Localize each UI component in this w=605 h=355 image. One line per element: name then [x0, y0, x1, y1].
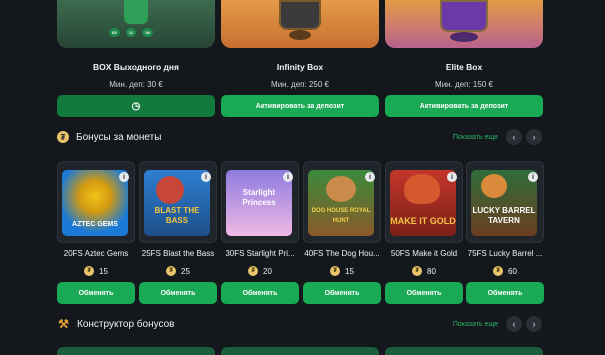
box-image: [221, 0, 379, 48]
chevron-right-icon[interactable]: ›: [526, 316, 542, 332]
coin-icon: ₮: [166, 266, 177, 276]
exchange-button[interactable]: Обменять: [221, 282, 299, 304]
card-title: 50FS Make it Gold: [390, 249, 458, 258]
timer-seconds: 54: [142, 28, 154, 37]
box-card-weekend[interactable]: 65 11 54 BOX Выходного дня Мин. деп: 30 …: [57, 0, 215, 117]
box-card-infinity[interactable]: Infinity Box Мин. деп: 250 € Активироват…: [221, 0, 379, 117]
box-timer-button[interactable]: ◷: [57, 95, 215, 117]
activate-deposit-button[interactable]: Активировать за депозит: [221, 95, 379, 117]
game-thumbnail[interactable]: BLAST THE BASS: [144, 170, 210, 236]
show-more-link[interactable]: Показать еще: [453, 134, 498, 141]
box-card-elite[interactable]: Elite Box Мин. деп: 150 € Активировать з…: [385, 0, 543, 117]
constructor-card-top: [385, 347, 543, 355]
timer-hours: 65: [109, 28, 120, 37]
exchange-button[interactable]: Обменять: [139, 282, 217, 304]
chest-icon: [440, 0, 488, 32]
card-title: 40FS The Dog Hou...: [304, 249, 380, 258]
exchange-button[interactable]: Обменять: [57, 282, 135, 304]
box-min-deposit: Мин. деп: 150 €: [435, 80, 493, 89]
card-title: 30FS Starlight Pri...: [225, 249, 295, 258]
exchange-button[interactable]: Обменять: [385, 282, 463, 304]
game-thumbnail[interactable]: LUCKY BARREL TAVERN: [471, 170, 537, 236]
info-icon[interactable]: i: [447, 172, 457, 182]
coin-icon: ₮: [330, 266, 341, 276]
info-icon[interactable]: i: [365, 172, 375, 182]
box-title: Elite Box: [445, 62, 483, 72]
bonus-card[interactable]: Starlight Princess i 30FS Starlight Pri.…: [221, 161, 299, 304]
show-more-link[interactable]: Показать еще: [453, 321, 498, 328]
section-title: Бонусы за монеты: [76, 131, 162, 143]
cactus-icon: [124, 0, 148, 24]
chest-icon: [279, 0, 321, 30]
chevron-left-icon[interactable]: ‹: [506, 316, 522, 332]
timer-minutes: 11: [125, 28, 137, 37]
card-title: 25FS Blast the Bass: [141, 249, 215, 258]
bonus-card[interactable]: MAKE IT GOLD i 50FS Make it Gold ₮ 80 Обм…: [385, 161, 463, 304]
game-thumbnail[interactable]: MAKE IT GOLD: [390, 170, 456, 236]
info-icon[interactable]: i: [528, 172, 538, 182]
coin-icon: ₮: [412, 266, 423, 276]
tools-icon: ⚒: [58, 317, 69, 331]
box-image: [385, 0, 543, 48]
game-thumbnail[interactable]: DOG HOUSE ROYAL HUNT: [308, 170, 374, 236]
card-price: ₮ 20: [221, 266, 299, 276]
game-thumbnail[interactable]: AZTEC GEMS: [62, 170, 128, 236]
box-title: BOX Выходного дня: [93, 62, 179, 72]
coin-icon: ₮: [248, 266, 259, 276]
info-icon[interactable]: i: [283, 172, 293, 182]
constructor-card-top: [57, 347, 215, 355]
box-title: Infinity Box: [276, 62, 324, 72]
info-icon[interactable]: i: [201, 172, 211, 182]
info-icon[interactable]: i: [119, 172, 129, 182]
chevron-right-icon[interactable]: ›: [526, 129, 542, 145]
countdown-timer: 65 11 54: [109, 28, 154, 37]
exchange-button[interactable]: Обменять: [466, 282, 544, 304]
bonus-card[interactable]: LUCKY BARREL TAVERN i 75FS Lucky Barrel …: [466, 161, 544, 304]
coin-icon: ₮: [84, 266, 95, 276]
bonus-card[interactable]: BLAST THE BASS i 25FS Blast the Bass ₮ 25…: [139, 161, 217, 304]
coin-bonuses-header: ₮ Бонусы за монеты Показать еще ‹ ›: [57, 127, 544, 147]
coin-bonus-cards: AZTEC GEMS i 20FS Aztec Gems ₮ 15 Обменят…: [57, 161, 544, 305]
card-price: ₮ 25: [139, 266, 217, 276]
card-price: ₮ 80: [385, 266, 463, 276]
box-min-deposit: Мин. деп: 250 €: [271, 80, 329, 89]
section-title: Конструктор бонусов: [77, 318, 175, 330]
box-min-deposit: Мин. деп: 30 €: [109, 80, 163, 89]
chevron-left-icon[interactable]: ‹: [506, 129, 522, 145]
box-image: 65 11 54: [57, 0, 215, 48]
card-price: ₮ 15: [303, 266, 381, 276]
card-title: 75FS Lucky Barrel ...: [467, 249, 543, 258]
constructor-card-top: [221, 347, 379, 355]
card-price: ₮ 15: [57, 266, 135, 276]
game-thumbnail[interactable]: Starlight Princess: [226, 170, 292, 236]
bonus-card[interactable]: DOG HOUSE ROYAL HUNT i 40FS The Dog Hou.…: [303, 161, 381, 304]
coin-icon: ₮: [57, 131, 69, 143]
coin-icon: ₮: [493, 266, 504, 276]
constructor-header: ⚒ Конструктор бонусов Показать еще ‹ ›: [57, 314, 544, 334]
card-price: ₮ 60: [466, 266, 544, 276]
bonus-card[interactable]: AZTEC GEMS i 20FS Aztec Gems ₮ 15 Обменят…: [57, 161, 135, 304]
activate-deposit-button[interactable]: Активировать за депозит: [385, 95, 543, 117]
clock-icon: ◷: [131, 100, 141, 112]
exchange-button[interactable]: Обменять: [303, 282, 381, 304]
box-row: 65 11 54 BOX Выходного дня Мин. деп: 30 …: [57, 0, 544, 118]
card-title: 20FS Aztec Gems: [63, 249, 129, 258]
